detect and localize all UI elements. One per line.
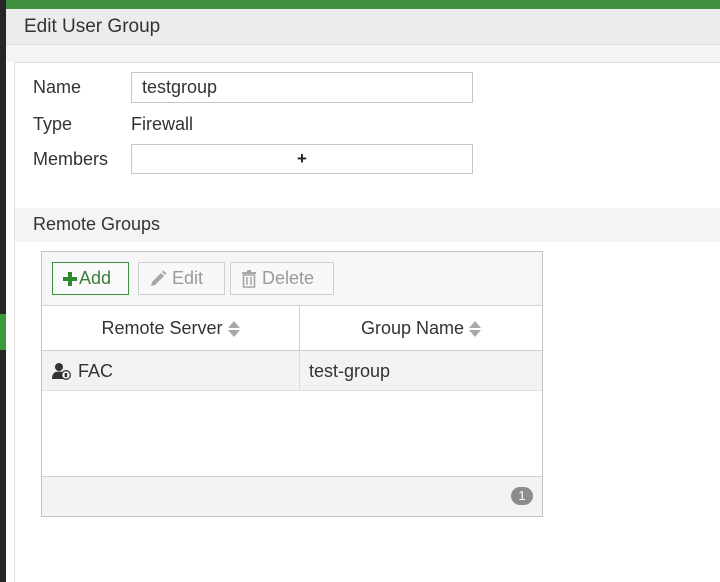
table-row[interactable]: FAC test-group <box>42 351 542 391</box>
sort-icon <box>227 320 240 337</box>
dialog-title-bar: Edit User Group <box>6 9 720 45</box>
plus-icon: + <box>297 149 307 168</box>
remote-user-icon <box>52 362 72 380</box>
sort-icon <box>469 320 482 337</box>
column-header-group-name[interactable]: Group Name <box>300 306 542 351</box>
cell-remote-server: FAC <box>42 351 300 391</box>
add-button-label: Add <box>79 268 112 288</box>
name-label: Name <box>33 77 82 97</box>
type-label: Type <box>33 114 73 134</box>
column-header-remote-server[interactable]: Remote Server <box>42 306 300 351</box>
edit-button-label: Edit <box>172 268 204 288</box>
plus-icon <box>63 271 77 286</box>
delete-button-label: Delete <box>262 268 315 288</box>
delete-button[interactable]: Delete <box>230 262 334 295</box>
type-value: Firewall <box>131 114 194 134</box>
dialog-title: Edit User Group <box>24 16 161 37</box>
row-count-badge: 1 <box>511 487 533 505</box>
left-nav-strip <box>0 0 6 582</box>
section-title: Remote Groups <box>33 214 161 234</box>
cell-group-name: test-group <box>300 351 542 391</box>
pencil-icon <box>149 270 167 288</box>
table-toolbar: Add Edit Delete <box>42 252 542 306</box>
remote-server-value: FAC <box>78 360 114 381</box>
title-gap <box>6 45 720 62</box>
table-footer: 1 <box>42 476 542 516</box>
trash-icon <box>241 269 257 288</box>
top-accent-bar <box>0 0 720 9</box>
name-input[interactable]: testgroup <box>131 72 473 103</box>
members-label: Members <box>33 149 109 169</box>
name-input-value: testgroup <box>142 77 218 97</box>
group-name-value: test-group <box>309 360 391 381</box>
left-nav-active-marker <box>0 314 6 350</box>
remote-groups-header: Remote Groups <box>15 208 720 242</box>
edit-button[interactable]: Edit <box>138 262 225 295</box>
add-button[interactable]: Add <box>52 262 129 295</box>
remote-groups-table: Add Edit Delete Remote Server Group Name… <box>41 251 543 517</box>
table-header: Remote Server Group Name <box>42 306 542 351</box>
members-add-field[interactable]: + <box>131 144 473 174</box>
